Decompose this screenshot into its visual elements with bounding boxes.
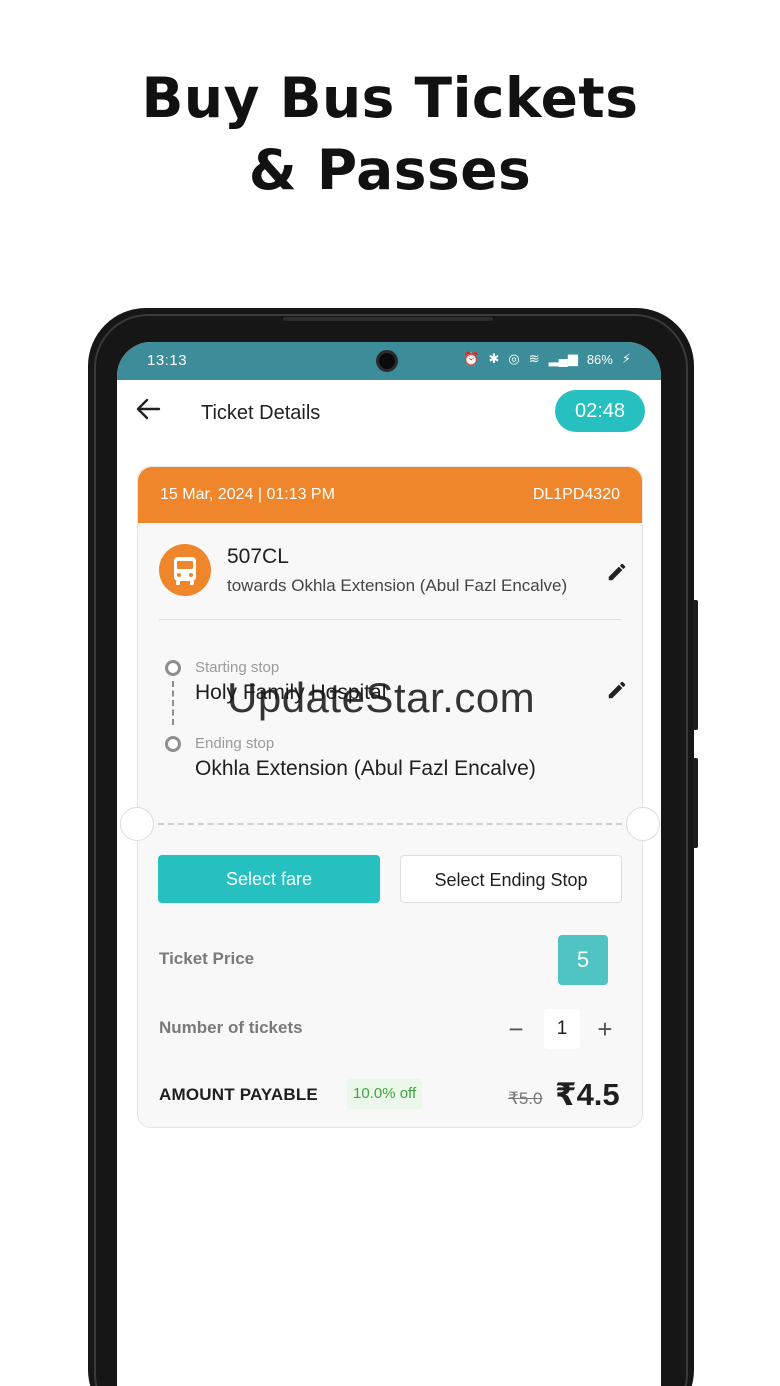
back-arrow-icon[interactable] xyxy=(133,394,163,424)
decrease-quantity-button[interactable]: − xyxy=(500,1013,532,1045)
countdown-timer: 02:48 xyxy=(555,390,645,432)
status-time: 13:13 xyxy=(147,352,188,369)
ticket-header: 15 Mar, 2024 | 01:13 PM DL1PD4320 xyxy=(138,467,642,523)
status-bar: 13:13 ⏰ ✱ ◎ ≋ ▂▄▆ 86% ⚡ xyxy=(117,342,661,380)
phone-side-button xyxy=(693,758,698,848)
headline-line-2: & Passes xyxy=(248,138,532,202)
select-ending-stop-button[interactable]: Select Ending Stop xyxy=(400,855,622,903)
amount-payable-label: AMOUNT PAYABLE xyxy=(159,1085,318,1104)
app-bar: Ticket Details 02:48 xyxy=(117,380,661,442)
watermark: UpdateStar.com xyxy=(227,674,536,721)
ticket-notch-right xyxy=(626,807,660,841)
headline-line-1: Buy Bus Tickets xyxy=(141,66,639,130)
phone-screen: 13:13 ⏰ ✱ ◎ ≋ ▂▄▆ 86% ⚡ Ticket Details 0… xyxy=(117,342,661,1386)
battery-text: 86% xyxy=(586,351,613,367)
bluetooth-icon: ✱ xyxy=(488,351,500,366)
ticket-datetime: 15 Mar, 2024 | 01:13 PM xyxy=(160,486,335,503)
alarm-icon: ⏰ xyxy=(463,351,480,366)
end-stop-dot-icon xyxy=(165,736,181,752)
signal-icon: ▂▄▆ xyxy=(548,351,578,366)
select-fare-button[interactable]: Select fare xyxy=(158,855,380,903)
phone-side-button xyxy=(693,600,698,730)
edit-stops-icon[interactable] xyxy=(606,679,628,701)
vehicle-number: DL1PD4320 xyxy=(532,486,620,503)
ticket-quantity: 1 xyxy=(544,1009,580,1049)
page-title: Ticket Details xyxy=(201,402,321,424)
ticket-price-value: 5 xyxy=(558,935,608,985)
ticket-card: 15 Mar, 2024 | 01:13 PM DL1PD4320 507CL … xyxy=(120,466,660,1128)
route-row[interactable]: 507CL towards Okhla Extension (Abul Fazl… xyxy=(138,523,642,619)
route-direction: towards Okhla Extension (Abul Fazl Encal… xyxy=(227,576,568,595)
start-stop-dot-icon xyxy=(165,660,181,676)
promo-headline: Buy Bus Tickets & Passes xyxy=(0,62,780,206)
ending-stop-label: Ending stop xyxy=(195,735,275,752)
discount-badge: 10.0% off xyxy=(347,1079,423,1109)
ticket-price-label: Ticket Price xyxy=(159,949,255,968)
charging-icon: ⚡ xyxy=(621,351,631,366)
route-number: 507CL xyxy=(227,545,289,568)
bus-icon xyxy=(159,544,211,596)
number-of-tickets-label: Number of tickets xyxy=(159,1018,303,1037)
ticket-notch-left xyxy=(120,807,154,841)
phone-speaker xyxy=(283,317,493,321)
status-icons: ⏰ ✱ ◎ ≋ ▂▄▆ 86% ⚡ xyxy=(463,351,631,367)
original-price: ₹5.0 xyxy=(508,1089,543,1108)
ending-stop-value[interactable]: Okhla Extension (Abul Fazl Encalve) xyxy=(195,757,536,781)
edit-route-icon[interactable] xyxy=(606,561,628,583)
final-price: ₹4.5 xyxy=(555,1077,620,1112)
ticket-perforation xyxy=(138,823,642,825)
divider xyxy=(159,619,621,620)
wifi-icon: ≋ xyxy=(528,351,540,366)
front-camera xyxy=(376,350,398,372)
increase-quantity-button[interactable]: + xyxy=(589,1013,621,1045)
phone-frame: 13:13 ⏰ ✱ ◎ ≋ ▂▄▆ 86% ⚡ Ticket Details 0… xyxy=(88,308,698,1386)
stop-connector xyxy=(172,681,174,725)
location-icon: ◎ xyxy=(508,351,520,366)
